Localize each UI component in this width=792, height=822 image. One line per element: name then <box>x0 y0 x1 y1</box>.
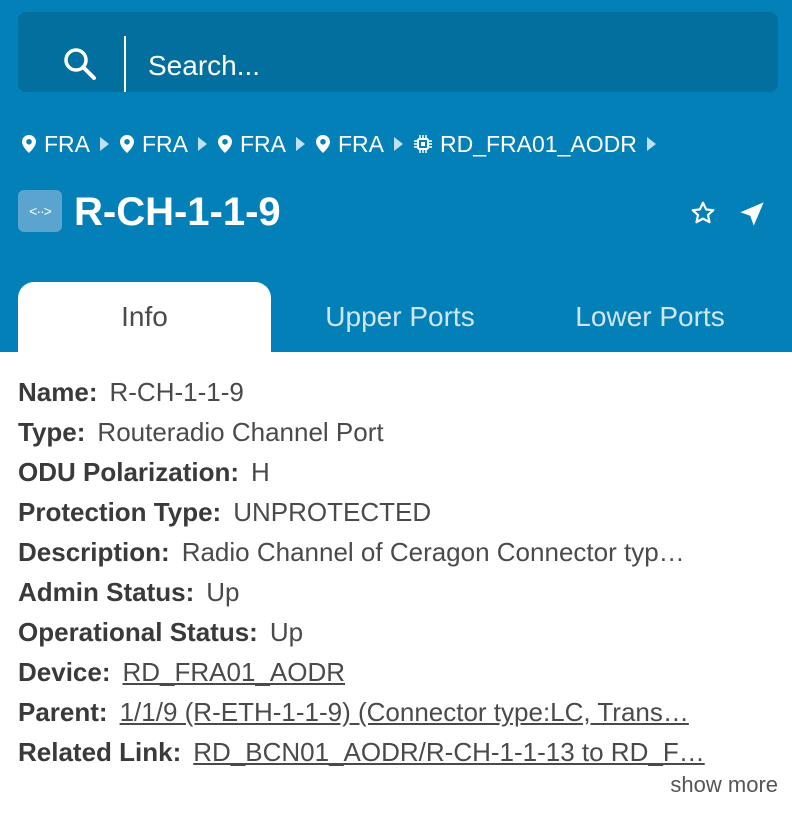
info-key: Protection Type: <box>18 497 222 527</box>
header: FRA FRA FRA FRA RD_FRA01_AODR <·· <box>0 0 792 352</box>
info-value: Up <box>206 577 240 607</box>
info-value: UNPROTECTED <box>233 497 432 527</box>
breadcrumb-label: FRA <box>338 130 384 157</box>
tab-info[interactable]: Info <box>18 282 271 352</box>
info-row-related-link: Related Link: RD_BCN01_AODR/R-CH-1-1-13 t… <box>18 732 774 772</box>
search-divider <box>124 36 126 92</box>
search-bar[interactable] <box>18 12 778 94</box>
breadcrumb-item-fra-3[interactable]: FRA <box>218 131 286 158</box>
info-key: Name: <box>18 377 98 407</box>
info-value: Up <box>269 617 304 647</box>
info-value: H <box>251 457 270 487</box>
chevron-right-icon <box>394 137 403 151</box>
info-key: Operational Status: <box>18 617 258 647</box>
title-row: <··> R-CH-1-1-9 <box>18 188 778 240</box>
info-row-description: Description: Radio Channel of Ceragon Con… <box>18 532 774 572</box>
info-row-odu-polarization: ODU Polarization: H <box>18 452 774 492</box>
info-row-admin-status: Admin Status: Up <box>18 572 774 612</box>
info-row-device: Device: RD_FRA01_AODR <box>18 652 774 692</box>
info-key: Admin Status: <box>18 577 195 607</box>
info-value: Radio Channel of Ceragon Connector typ… <box>181 537 685 567</box>
chevron-right-icon <box>100 137 109 151</box>
location-pin-icon <box>22 135 36 153</box>
info-key: Device: <box>18 657 111 687</box>
info-row-operational-status: Operational Status: Up <box>18 612 774 652</box>
breadcrumb-label: FRA <box>240 130 286 157</box>
info-value: R-CH-1-1-9 <box>109 377 244 407</box>
info-row-type: Type: Routeradio Channel Port <box>18 412 774 452</box>
breadcrumb-item-device[interactable]: RD_FRA01_AODR <box>414 131 637 158</box>
device-link[interactable]: RD_FRA01_AODR <box>123 657 346 687</box>
navigate-icon[interactable] <box>738 200 766 233</box>
breadcrumb-label: FRA <box>44 130 90 157</box>
port-type-icon: <··> <box>18 190 62 232</box>
chevron-right-icon <box>646 137 656 151</box>
info-key: Type: <box>18 417 86 447</box>
parent-link[interactable]: 1/1/9 (R-ETH-1-1-9) (Connector type:LC, … <box>120 697 689 727</box>
breadcrumb: FRA FRA FRA FRA RD_FRA01_AODR <box>22 126 667 162</box>
info-key: ODU Polarization: <box>18 457 240 487</box>
search-input[interactable] <box>146 38 750 94</box>
info-row-parent: Parent: 1/1/9 (R-ETH-1-1-9) (Connector ty… <box>18 692 774 732</box>
related-link[interactable]: RD_BCN01_AODR/R-CH-1-1-13 to RD_F… <box>193 737 704 767</box>
info-value: Routeradio Channel Port <box>97 417 384 447</box>
info-key: Related Link: <box>18 737 182 767</box>
tab-lower-ports[interactable]: Lower Ports <box>540 282 760 352</box>
info-key: Description: <box>18 537 170 567</box>
breadcrumb-item-fra-2[interactable]: FRA <box>120 131 188 158</box>
info-key: Parent: <box>18 697 108 727</box>
page-title: R-CH-1-1-9 <box>74 190 281 234</box>
star-icon[interactable] <box>690 200 716 231</box>
search-icon[interactable] <box>62 46 98 87</box>
location-pin-icon <box>218 135 232 153</box>
breadcrumb-item-fra-4[interactable]: FRA <box>316 131 384 158</box>
info-row-name: Name: R-CH-1-1-9 <box>18 372 774 412</box>
breadcrumb-label: FRA <box>142 130 188 157</box>
chevron-right-icon <box>198 137 207 151</box>
tab-upper-ports[interactable]: Upper Ports <box>290 282 510 352</box>
device-chip-icon <box>414 135 432 153</box>
show-more-link[interactable]: show more <box>670 772 778 798</box>
breadcrumb-item-fra-1[interactable]: FRA <box>22 131 90 158</box>
info-panel: Name: R-CH-1-1-9 Type: Routeradio Channel … <box>18 372 774 772</box>
location-pin-icon <box>316 135 330 153</box>
breadcrumb-label: RD_FRA01_AODR <box>440 130 637 157</box>
info-row-protection-type: Protection Type: UNPROTECTED <box>18 492 774 532</box>
chevron-right-icon <box>296 137 305 151</box>
location-pin-icon <box>120 135 134 153</box>
